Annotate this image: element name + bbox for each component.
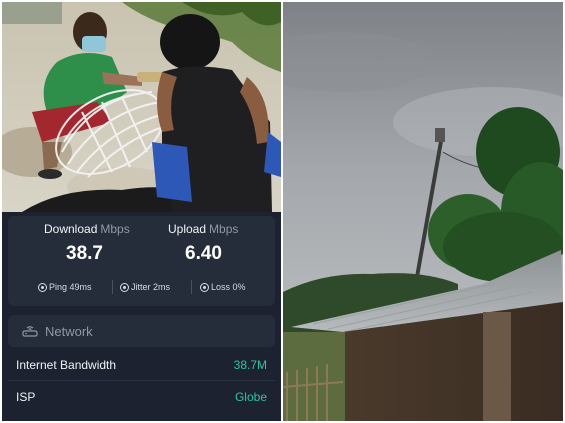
loss-icon bbox=[200, 282, 209, 292]
jitter-stat: Jitter 2ms bbox=[120, 282, 170, 292]
speed-results-card: Download Mbps 38.7 Upload Mbps 6.40 Ping 4… bbox=[8, 216, 275, 306]
jitter-icon bbox=[120, 282, 129, 292]
download-label: Download Mbps bbox=[44, 222, 130, 236]
stat-divider bbox=[191, 280, 192, 294]
ping-text: Ping 49ms bbox=[49, 282, 92, 292]
router-icon bbox=[22, 326, 38, 337]
ping-stat: Ping 49ms bbox=[38, 282, 92, 292]
bandwidth-value: 38.7M bbox=[233, 358, 267, 372]
download-label-text: Download bbox=[44, 222, 98, 236]
antenna-assembly-photo bbox=[2, 2, 281, 212]
bandwidth-label: Internet Bandwidth bbox=[16, 358, 117, 372]
rural-sky-hut-photo bbox=[283, 2, 563, 421]
network-title: Network bbox=[45, 324, 93, 339]
loss-stat: Loss 0% bbox=[200, 282, 246, 292]
network-section-header[interactable]: Network bbox=[8, 315, 275, 347]
isp-value: Globe bbox=[234, 390, 267, 404]
photo-collage: Download Mbps 38.7 Upload Mbps 6.40 Ping 4… bbox=[0, 0, 565, 423]
stat-divider bbox=[112, 280, 113, 294]
upload-label: Upload Mbps bbox=[168, 222, 238, 236]
isp-label: ISP bbox=[16, 390, 36, 404]
antenna-assembly-illustration bbox=[2, 2, 281, 212]
upload-unit: Mbps bbox=[209, 222, 239, 236]
jitter-text: Jitter 2ms bbox=[131, 282, 171, 292]
speedtest-panel: Download Mbps 38.7 Upload Mbps 6.40 Ping 4… bbox=[2, 212, 281, 421]
ping-icon bbox=[38, 282, 47, 292]
row-divider bbox=[8, 380, 275, 381]
download-value: 38.7 bbox=[66, 243, 103, 264]
loss-text: Loss 0% bbox=[211, 282, 246, 292]
download-unit: Mbps bbox=[100, 222, 130, 236]
upload-label-text: Upload bbox=[168, 222, 207, 236]
rural-sky-hut-illustration bbox=[283, 2, 563, 421]
upload-value: 6.40 bbox=[185, 243, 222, 264]
